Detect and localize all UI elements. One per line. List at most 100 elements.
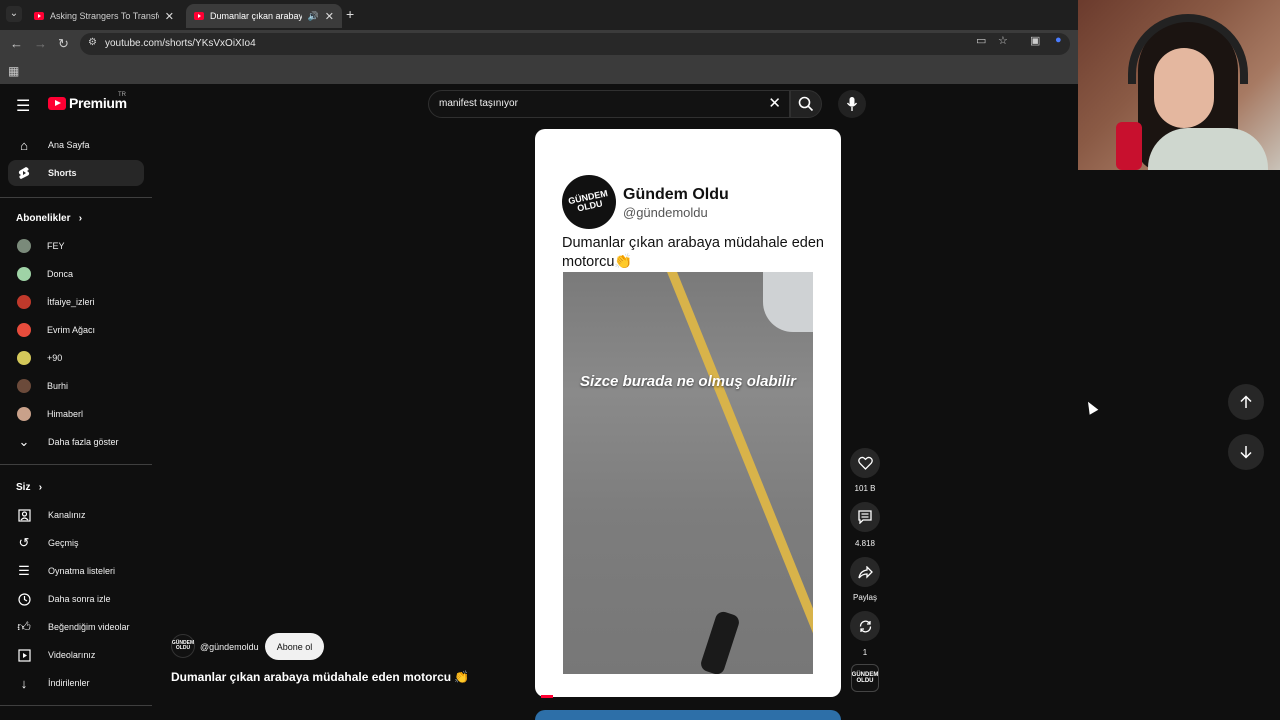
subscription-label: Himaberl — [47, 409, 84, 419]
like-button[interactable] — [850, 448, 880, 478]
speaker-icon[interactable]: 🔊 — [308, 11, 319, 22]
youtube-premium-logo[interactable]: Premium TR — [48, 92, 127, 111]
sidebar-item-playlists[interactable]: ☰ Oynatma listeleri — [8, 558, 144, 584]
tweet-author-handle: @gündemoldu — [623, 205, 708, 220]
channel-handle[interactable]: @gündemoldu — [200, 642, 259, 652]
sidebar-item-your-videos[interactable]: Videolarınız — [8, 642, 144, 668]
subscription-item[interactable]: +90 — [8, 345, 144, 371]
chevron-right-icon: › — [33, 482, 43, 493]
bookmark-star-icon[interactable]: ☆ — [998, 34, 1008, 47]
sidebar-item-label: Ana Sayfa — [48, 140, 90, 150]
browser-tab-2[interactable]: Dumanlar çıkan arabaya mü 🔊 ✕ — [186, 4, 342, 28]
remix-button[interactable] — [850, 611, 880, 641]
comment-icon — [858, 510, 872, 524]
comment-count: 4.818 — [854, 539, 876, 548]
apps-grid-icon[interactable]: ▦ — [8, 64, 19, 78]
webcam-person-body — [1148, 128, 1268, 170]
youtube-play-icon — [48, 96, 66, 110]
hamburger-menu-icon[interactable]: ☰ — [16, 96, 30, 116]
sidebar-item-label: Kanalınız — [48, 510, 86, 520]
search-icon — [798, 96, 814, 112]
share-label: Paylaş — [852, 593, 877, 602]
sidebar-item-shorts[interactable]: Shorts — [8, 160, 144, 186]
avatar — [17, 239, 31, 253]
playlist-icon: ☰ — [18, 563, 30, 578]
extension-icon[interactable]: ▣ — [1030, 34, 1040, 47]
channel-avatar[interactable]: GÜNDEM OLDU — [171, 634, 195, 658]
avatar — [17, 323, 31, 337]
tweet-avatar: GÜNDEM OLDU — [562, 175, 616, 229]
search-button[interactable] — [790, 90, 822, 118]
sidebar-item-label: Daha sonra izle — [48, 594, 111, 604]
youtube-favicon-icon — [194, 12, 204, 20]
site-info-icon[interactable]: ⚙ — [88, 37, 97, 48]
voice-search-button[interactable] — [838, 90, 866, 118]
reload-icon[interactable]: ↻ — [58, 36, 69, 52]
previous-short-button[interactable] — [1228, 384, 1264, 420]
share-button[interactable] — [850, 557, 880, 587]
show-more-button[interactable]: ⌄ Daha fazla göster — [8, 429, 144, 455]
sidebar-item-downloads[interactable]: ↓ İndirilenler — [8, 670, 144, 696]
avatar — [17, 295, 31, 309]
subscriptions-heading[interactable]: Abonelikler › — [16, 213, 82, 224]
next-short-button[interactable] — [1228, 434, 1264, 470]
arrow-down-icon — [1240, 446, 1252, 459]
sidebar-item-label: Oynatma listeleri — [48, 566, 116, 576]
subscription-item[interactable]: FEY — [8, 233, 144, 259]
comments-button[interactable] — [850, 502, 880, 532]
video-title: Dumanlar çıkan arabaya müdahale eden mot… — [171, 670, 470, 684]
subscription-item[interactable]: Burhi — [8, 373, 144, 399]
shorts-video-player[interactable]: GÜNDEM OLDU Gündem Oldu @gündemoldu Duma… — [535, 129, 841, 697]
clear-search-icon[interactable]: ✕ — [768, 94, 781, 112]
subscribe-button[interactable]: Abone ol — [265, 633, 324, 660]
sidebar-item-label: İndirilenler — [48, 678, 90, 688]
cast-icon[interactable]: ▭ — [976, 34, 986, 47]
sidebar-item-home[interactable]: ⌂ Ana Sayfa — [8, 132, 144, 158]
tab-close-icon[interactable]: ✕ — [165, 10, 174, 23]
subscription-item[interactable]: İtfaiye_izleri — [8, 289, 144, 315]
search-input[interactable]: manifest taşınıyor ✕ — [428, 90, 790, 118]
sidebar-divider — [0, 464, 152, 465]
rider-leg-image — [699, 609, 741, 674]
subscription-label: +90 — [47, 353, 63, 363]
microphone-image — [1116, 122, 1142, 170]
avatar — [17, 351, 31, 365]
subscription-item[interactable]: Himaberl — [8, 401, 144, 427]
share-icon — [857, 565, 873, 579]
avatar — [17, 267, 31, 281]
sidebar-item-liked-videos[interactable]: 👍︎ Beğendiğim videolar — [8, 614, 144, 640]
chevron-right-icon: › — [73, 213, 83, 224]
profile-icon[interactable]: ● — [1055, 34, 1062, 46]
url-field[interactable]: ⚙ youtube.com/shorts/YKsVxOiXIo4 — [80, 33, 1070, 55]
subscription-label: FEY — [47, 241, 65, 251]
new-tab-icon[interactable]: + — [346, 6, 354, 22]
home-icon: ⌂ — [20, 137, 28, 153]
sidebar-item-history[interactable]: ↺ Geçmiş — [8, 530, 144, 556]
tab-search-icon[interactable]: ⌄ — [6, 6, 22, 22]
remix-icon — [859, 620, 871, 632]
avatar-logo-text: GÜNDEM OLDU — [567, 188, 609, 214]
subscription-label: Donca — [47, 269, 74, 279]
subscription-item[interactable]: Evrim Ağacı — [8, 317, 144, 343]
sidebar-item-watch-later[interactable]: Daha sonra izle — [8, 586, 144, 612]
back-icon[interactable]: ← — [10, 36, 23, 51]
user-icon — [16, 508, 32, 522]
sound-channel-thumbnail[interactable]: GÜNDEM OLDU — [851, 664, 879, 692]
channel-avatar-text: GÜNDEM OLDU — [171, 640, 195, 651]
you-heading-label: Siz — [16, 482, 31, 493]
next-short-preview[interactable] — [535, 710, 841, 720]
thumbnail-text: GÜNDEM OLDU — [851, 672, 879, 684]
sidebar-item-your-channel[interactable]: Kanalınız — [8, 502, 144, 528]
youtube-favicon-icon — [34, 12, 44, 20]
tab-close-icon[interactable]: ✕ — [325, 10, 334, 23]
video-progress-bar[interactable] — [541, 695, 553, 698]
forward-icon[interactable]: → — [34, 36, 47, 51]
show-more-label: Daha fazla göster — [48, 437, 119, 447]
you-heading[interactable]: Siz › — [16, 482, 42, 493]
tab-title: Dumanlar çıkan arabaya mü — [210, 11, 302, 21]
remix-count: 1 — [862, 648, 868, 657]
subscription-item[interactable]: Donca — [8, 261, 144, 287]
subscription-label: İtfaiye_izleri — [47, 297, 95, 307]
subscription-label: Burhi — [47, 381, 69, 391]
browser-tab-1[interactable]: Asking Strangers To Transform ✕ — [26, 4, 182, 28]
